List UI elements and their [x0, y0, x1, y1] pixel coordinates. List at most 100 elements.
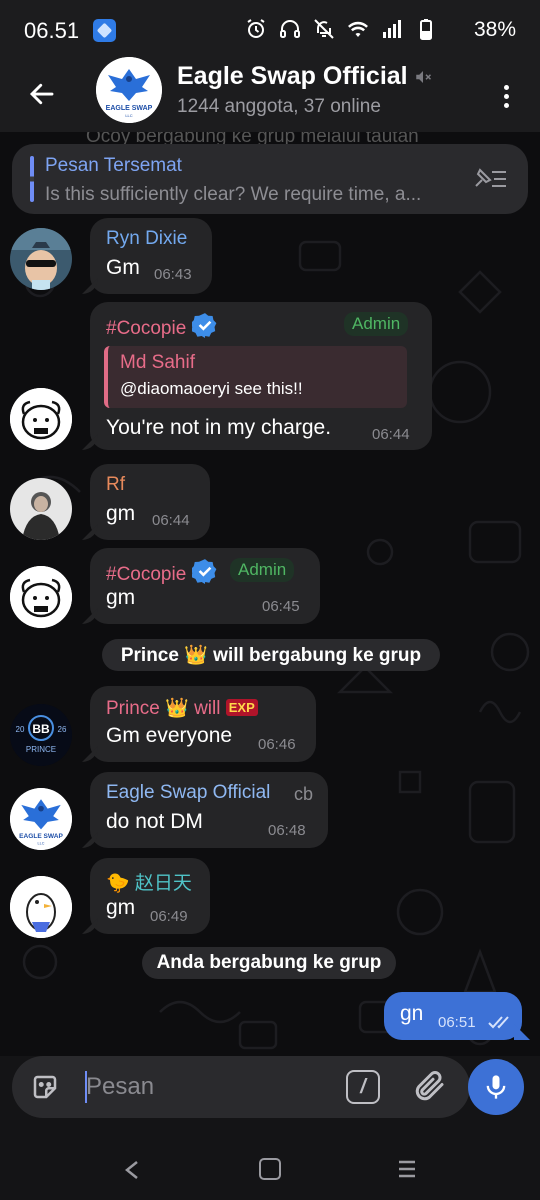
group-avatar[interactable]: EAGLE SWAP LLC [96, 57, 162, 123]
pinned-title: Pesan Tersemat [45, 155, 182, 176]
message-bubble[interactable]: Eagle Swap Official cb do not DM 06:48 [90, 772, 328, 848]
group-title[interactable]: Eagle Swap Official [177, 62, 432, 91]
sender-name[interactable]: Eagle Swap Official [106, 782, 270, 804]
verified-badge-icon [192, 313, 217, 338]
muted-icon [415, 71, 431, 84]
message-input[interactable] [86, 1067, 326, 1107]
voice-record-button[interactable] [468, 1059, 524, 1115]
pinned-indicator [30, 156, 34, 202]
message-text: You're not in my charge. [106, 416, 332, 439]
bot-commands-button[interactable]: / [346, 1070, 380, 1104]
pinned-text: Is this sufficiently clear? We require t… [45, 184, 422, 205]
emoji-button[interactable] [30, 1072, 60, 1107]
message-time: 06:48 [268, 822, 306, 839]
back-button[interactable] [20, 72, 64, 116]
sender-name-wrap[interactable]: #Cocopie [106, 312, 218, 340]
signature: cb [294, 784, 314, 804]
reply-preview[interactable]: Md Sahif @diaomaoeryi see this!! [104, 346, 407, 408]
group-title-text: Eagle Swap Official [177, 62, 408, 90]
battery-icon [420, 19, 432, 40]
message-bubble[interactable]: Prince 👑 will EXP Gm everyone 06:46 [90, 686, 316, 762]
sender-name-wrap[interactable]: Prince 👑 will EXP [106, 696, 258, 720]
system-message: Prince 👑 will bergabung ke grup [102, 639, 440, 671]
exp-badge: EXP [225, 699, 258, 716]
admin-badge: Admin [230, 558, 295, 582]
reply-sender: Md Sahif [120, 352, 195, 373]
message-bubble[interactable]: Rf gm 06:44 [90, 464, 210, 540]
nav-recents-button[interactable] [396, 1157, 418, 1186]
avatar-subtext: LLC [125, 113, 132, 118]
admin-badge: Admin [344, 312, 409, 336]
arrow-left-icon [29, 83, 54, 105]
triangle-back-icon [124, 1161, 138, 1179]
pin-list-icon [475, 168, 506, 187]
status-icons [244, 17, 438, 41]
nav-back-button[interactable] [120, 1158, 144, 1187]
message-bubble[interactable]: #Cocopie Admin Md Sahif @diaomaoeryi see… [90, 302, 432, 450]
message-bubble[interactable]: 🐤 赵日天 gm 06:49 [90, 858, 210, 934]
eagle-logo-icon: EAGLE SWAP LLC [10, 788, 72, 850]
message-bubble[interactable]: #Cocopie Admin gm 06:45 [90, 548, 320, 624]
message-time: 06:51 [438, 1014, 476, 1031]
attach-button[interactable] [412, 1068, 448, 1109]
sender-name-wrap[interactable]: #Cocopie [106, 558, 218, 586]
chat-header[interactable]: EAGLE SWAP LLC Eagle Swap Official 1244 … [0, 57, 540, 132]
status-bar: 06.51 38% [0, 0, 540, 60]
sender-name[interactable]: Ryn Dixie [106, 228, 187, 250]
sender-name: #Cocopie [106, 318, 187, 339]
pinned-message-bar[interactable]: Pesan Tersemat Is this sufficiently clea… [12, 144, 528, 214]
sender-name: Prince 👑 will [106, 698, 221, 719]
nav-home-button[interactable] [259, 1158, 281, 1180]
paperclip-icon [415, 1071, 444, 1101]
message-time: 06:49 [150, 908, 188, 925]
verified-badge-icon [192, 559, 217, 584]
app-notification-icon [93, 19, 116, 42]
message-text: Gm [106, 256, 140, 279]
avatar-subtext: LLC [38, 841, 45, 845]
sticker-icon [33, 1075, 57, 1099]
message-bubble[interactable]: Ryn Dixie Gm 06:43 [90, 218, 212, 294]
avatar-cocopie[interactable] [10, 388, 72, 450]
status-time: 06.51 [24, 18, 80, 43]
sender-name[interactable]: 🐤 赵日天 [106, 868, 192, 895]
message-time: 06:43 [154, 266, 192, 283]
chat-area[interactable]: Ocoy bergabung ke grup melalui tautan Pe… [0, 132, 540, 1056]
avatar-image [10, 876, 72, 938]
battery-percent: 38% [473, 18, 516, 41]
avatar-cocopie[interactable] [10, 566, 72, 628]
message-text: gm [106, 896, 136, 919]
message-time: 06:46 [258, 736, 296, 753]
sender-name: #Cocopie [106, 564, 187, 585]
avatar-ryn-dixie[interactable] [10, 228, 72, 290]
message-text: do not DM [106, 810, 203, 833]
more-options-button[interactable] [494, 74, 518, 118]
avatar-bb: BB [32, 722, 50, 736]
reply-text: @diaomaoeryi see this!! [120, 379, 303, 398]
double-check-icon [488, 1016, 509, 1029]
wifi-icon [348, 21, 368, 37]
group-member-count: 1244 anggota, 37 online [177, 96, 381, 117]
alarm-icon [247, 19, 265, 38]
avatar-image: BB 20 26 PRINCE [10, 704, 72, 766]
outgoing-message-bubble[interactable]: gn 06:51 [384, 992, 522, 1040]
avatar-image [10, 388, 72, 450]
headphones-icon [280, 20, 300, 38]
avatar-prince[interactable]: BB 20 26 PRINCE [10, 704, 72, 766]
mute-notifications-icon [314, 19, 334, 39]
message-text: Gm everyone [106, 724, 233, 747]
avatar-eagle-swap[interactable]: EAGLE SWAP LLC [10, 788, 72, 850]
message-time: 06:45 [262, 598, 300, 615]
avatar-image [10, 228, 72, 290]
sender-name[interactable]: Rf [106, 474, 125, 496]
avatar-text: EAGLE SWAP [106, 105, 153, 112]
eagle-logo-icon: EAGLE SWAP LLC [96, 57, 162, 123]
message-text: gm [106, 586, 136, 609]
avatar-rf[interactable] [10, 478, 72, 540]
message-text: gm [106, 502, 136, 525]
signal-icon [383, 20, 401, 38]
avatar-zhaoritian[interactable] [10, 876, 72, 938]
avatar-image [10, 566, 72, 628]
pinned-list-button[interactable] [470, 166, 510, 197]
screen: 06.51 38% EAGLE SWAP LLC Eagle Swap Offi… [0, 0, 540, 1200]
avatar-text: EAGLE SWAP [19, 833, 63, 840]
